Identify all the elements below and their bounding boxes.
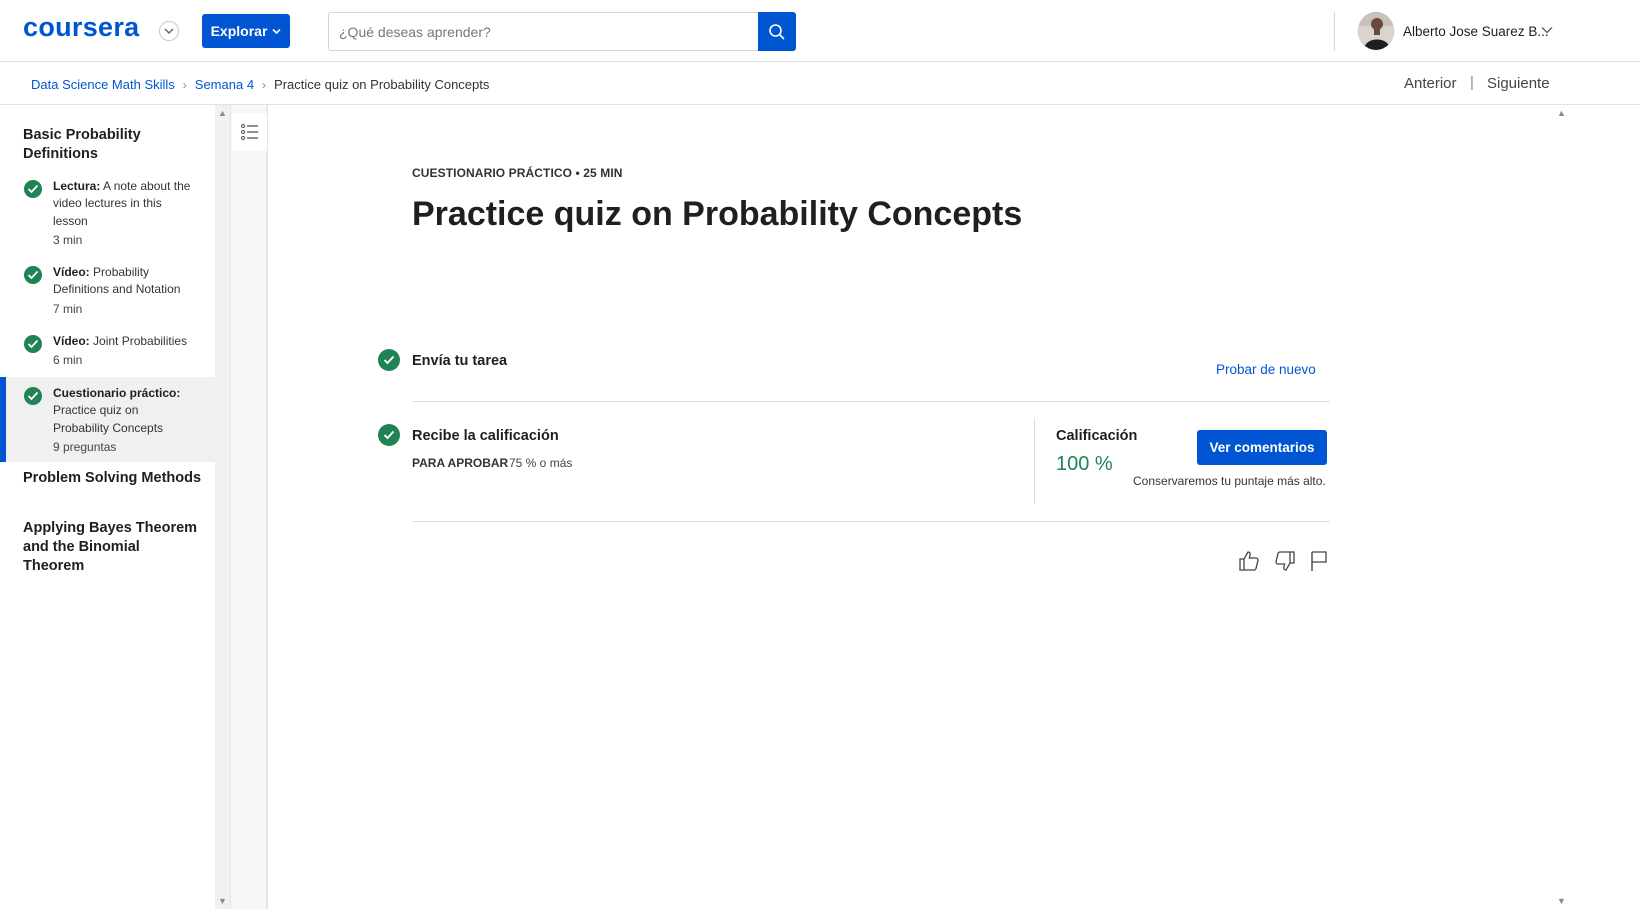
header-divider <box>1334 12 1335 51</box>
grade-step-title: Recibe la calificación <box>412 428 559 444</box>
lesson-text: Cuestionario práctico: Practice quiz on … <box>53 385 193 456</box>
breadcrumb-current: Practice quiz on Probability Concepts <box>274 77 490 92</box>
flag-icon[interactable] <box>1307 549 1331 573</box>
search-icon <box>769 23 785 40</box>
course-outline-sidebar: Basic Probability Definitions Lectura: A… <box>0 105 215 909</box>
lesson-type: Vídeo: <box>53 265 90 279</box>
lesson-question-count: 9 preguntas <box>53 439 117 454</box>
view-feedback-button[interactable]: Ver comentarios <box>1197 430 1327 465</box>
lesson-type: Lectura: <box>53 179 101 193</box>
scroll-up-arrow-icon[interactable]: ▲ <box>218 108 227 118</box>
nav-separator: | <box>1470 74 1474 91</box>
previous-link[interactable]: Anterior <box>1404 75 1457 92</box>
list-icon <box>240 124 258 140</box>
grade-label: Calificación <box>1056 428 1138 444</box>
sidebar-scrollbar[interactable]: ▲ ▼ <box>215 105 230 909</box>
module-title[interactable]: Applying Bayes Theorem and the Binomial … <box>23 519 203 576</box>
coursera-logo[interactable]: coursera <box>23 12 139 43</box>
module-title[interactable]: Basic Probability Definitions <box>23 126 203 164</box>
main-scrollbar[interactable]: ▲ ▼ <box>1553 105 1568 909</box>
search-button[interactable] <box>758 12 796 51</box>
lesson-duration: 7 min <box>53 301 83 316</box>
chevron-right-icon: › <box>182 77 187 92</box>
pass-requirement-value: 75 % o más <box>509 456 573 470</box>
lesson-type: Vídeo: <box>53 334 90 348</box>
breadcrumb-week-link[interactable]: Semana 4 <box>195 77 254 92</box>
completed-check-icon <box>378 424 400 446</box>
lesson-title: Joint Probabilities <box>93 334 188 348</box>
highest-score-note: Conservaremos tu puntaje más alto. <box>1133 474 1326 488</box>
outline-toggle-button[interactable] <box>232 113 267 151</box>
module-title[interactable]: Problem Solving Methods <box>23 469 203 488</box>
avatar[interactable] <box>1358 12 1394 50</box>
scroll-down-arrow-icon[interactable]: ▼ <box>218 896 227 906</box>
sidebar-lesson-item[interactable]: Vídeo: Probability Definitions and Notat… <box>0 261 215 317</box>
user-name[interactable]: Alberto Jose Suarez B... <box>1403 24 1549 39</box>
lesson-type: Cuestionario práctico: <box>53 386 181 400</box>
item-type-label: CUESTIONARIO PRÁCTICO • 25 MIN <box>412 166 623 180</box>
lesson-duration: 3 min <box>53 232 83 247</box>
completed-check-icon <box>24 266 42 284</box>
explore-button[interactable]: Explorar <box>202 14 290 48</box>
scroll-down-arrow-icon[interactable]: ▼ <box>1557 896 1566 906</box>
breadcrumb-bar: Data Science Math Skills › Semana 4 › Pr… <box>0 62 1640 105</box>
sidebar-lesson-item-active[interactable]: Cuestionario práctico: Practice quiz on … <box>0 377 215 462</box>
page-title: Practice quiz on Probability Concepts <box>412 195 1023 233</box>
search-field[interactable] <box>328 12 759 51</box>
retry-link[interactable]: Probar de nuevo <box>1216 362 1316 377</box>
like-icon[interactable] <box>1237 549 1261 573</box>
chevron-down-icon[interactable] <box>159 21 179 41</box>
search-input[interactable] <box>329 13 759 50</box>
lesson-text: Vídeo: Probability Definitions and Notat… <box>53 264 193 318</box>
pass-requirement-label: PARA APROBAR <box>412 456 509 470</box>
sidebar-lesson-item[interactable]: Lectura: A note about the video lectures… <box>0 175 215 251</box>
explore-label: Explorar <box>210 23 268 39</box>
vertical-divider <box>1034 418 1035 504</box>
completed-check-icon <box>24 335 42 353</box>
scroll-up-arrow-icon[interactable]: ▲ <box>1557 108 1566 118</box>
top-header: coursera Explorar Alberto Jose Suarez B.… <box>0 0 1640 62</box>
lesson-text: Lectura: A note about the video lectures… <box>53 178 193 249</box>
lesson-duration: 6 min <box>53 353 83 368</box>
grade-value: 100 % <box>1056 453 1113 475</box>
chevron-down-icon[interactable] <box>1541 26 1553 34</box>
completed-check-icon <box>24 180 42 198</box>
dislike-icon[interactable] <box>1273 549 1297 573</box>
outline-toggle-strip <box>230 105 268 909</box>
lesson-title: Practice quiz on Probability Concepts <box>53 403 164 435</box>
chevron-right-icon: › <box>262 77 267 92</box>
completed-check-icon <box>24 387 42 405</box>
breadcrumb: Data Science Math Skills › Semana 4 › Pr… <box>31 77 489 92</box>
sidebar-lesson-item[interactable]: Vídeo: Joint Probabilities 6 min <box>0 330 215 372</box>
chevron-down-icon <box>272 28 281 34</box>
right-gutter <box>1568 105 1640 909</box>
completed-check-icon <box>378 349 400 371</box>
main-content: CUESTIONARIO PRÁCTICO • 25 MIN Practice … <box>270 105 1553 909</box>
next-link[interactable]: Siguiente <box>1487 75 1550 92</box>
divider <box>412 401 1330 402</box>
breadcrumb-course-link[interactable]: Data Science Math Skills <box>31 77 175 92</box>
lesson-text: Vídeo: Joint Probabilities 6 min <box>53 333 193 370</box>
submit-step-title: Envía tu tarea <box>412 353 508 369</box>
divider <box>412 521 1330 522</box>
